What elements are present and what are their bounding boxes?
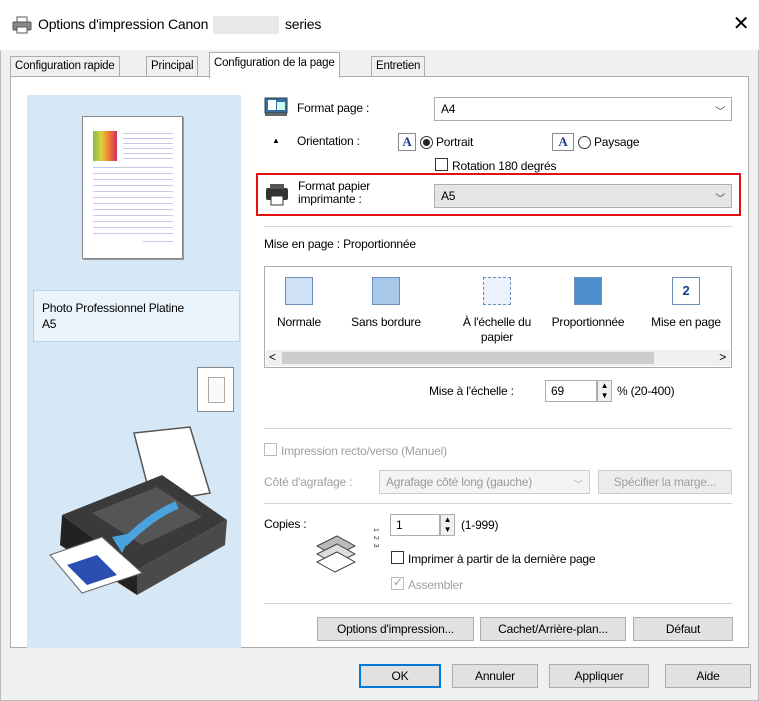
- staple-side-value: Agrafage côté long (gauche): [386, 475, 533, 489]
- portrait-icon: A: [398, 133, 416, 151]
- layout-page-layout-icon: 2: [672, 277, 700, 305]
- layout-item-scaled[interactable]: Proportionnée: [550, 277, 626, 330]
- layout-fit-to-page-icon: [483, 277, 511, 305]
- apply-button[interactable]: Appliquer: [549, 664, 649, 688]
- layout-value: Proportionnée: [343, 237, 416, 251]
- staple-side-dropdown[interactable]: Agrafage côté long (gauche) ﹀: [379, 470, 590, 494]
- ok-button[interactable]: OK: [359, 664, 441, 688]
- scroll-thumb[interactable]: [282, 352, 654, 364]
- horizontal-scrollbar[interactable]: < >: [266, 350, 730, 366]
- separator: [264, 503, 732, 504]
- copies-spinner[interactable]: ▲ ▼: [440, 514, 455, 536]
- layout-item-fit-to-page[interactable]: À l'échelle du papier: [456, 277, 538, 345]
- scroll-left-icon[interactable]: <: [269, 350, 276, 364]
- print-from-last-page-checkbox[interactable]: [391, 551, 404, 564]
- copies-input[interactable]: 1: [390, 514, 440, 536]
- copies-stack-icon: [315, 535, 357, 573]
- portrait-radio[interactable]: [420, 136, 433, 149]
- layout-item-page-layout[interactable]: 2 Mise en page: [645, 277, 727, 330]
- chevron-down-icon: ﹀: [573, 480, 583, 491]
- layout-scaled-icon: [574, 277, 602, 305]
- bullet-icon: ▲: [272, 136, 280, 145]
- cancel-button[interactable]: Annuler: [452, 664, 538, 688]
- duplex-checkbox[interactable]: [264, 443, 277, 456]
- tab-maintenance[interactable]: Entretien: [371, 56, 426, 76]
- collate-checkbox[interactable]: [391, 575, 404, 590]
- scale-range: % (20-400): [617, 384, 675, 398]
- help-button[interactable]: Aide: [665, 664, 751, 688]
- landscape-radio[interactable]: [578, 136, 591, 149]
- printer-illustration-icon: [49, 426, 227, 595]
- separator: [264, 428, 732, 429]
- media-type-text: Photo Professionnel Platine: [42, 301, 185, 315]
- scale-input[interactable]: 69: [545, 380, 597, 402]
- stamp-background-button[interactable]: Cachet/Arrière-plan...: [480, 617, 626, 641]
- rotate-180-checkbox[interactable]: [435, 158, 448, 171]
- landscape-label: Paysage: [594, 135, 640, 149]
- layout-item-borderless[interactable]: Sans bordure: [347, 277, 425, 330]
- window-title: Options d'impression Canon: [38, 16, 209, 32]
- rotate-180-label: Rotation 180 degrés: [452, 159, 557, 173]
- separator: [264, 226, 732, 227]
- printer-paper-dropdown[interactable]: A5 ﹀: [434, 184, 732, 208]
- redacted-model-name: [213, 16, 279, 34]
- tab-quick-setup[interactable]: Configuration rapide: [10, 56, 120, 76]
- page-size-value: A4: [441, 102, 456, 116]
- staple-side-label: Côté d'agrafage :: [264, 475, 353, 489]
- copies-label: Copies :: [264, 517, 307, 531]
- scale-spinner[interactable]: ▲ ▼: [597, 380, 612, 402]
- tab-main[interactable]: Principal: [146, 56, 199, 76]
- page-size-label: Format page :: [297, 101, 370, 115]
- tab-page-setup[interactable]: Configuration de la page: [209, 52, 340, 78]
- collate-label: Assembler: [408, 578, 463, 592]
- layout-borderless-icon: [372, 277, 400, 305]
- close-button[interactable]: ✕: [728, 11, 754, 37]
- layout-list[interactable]: Normale Sans bordure À l'échelle du papi…: [264, 266, 732, 368]
- copies-range: (1-999): [461, 518, 499, 532]
- printer-paper-icon: [266, 184, 288, 206]
- portrait-label: Portrait: [436, 135, 474, 149]
- print-options-button[interactable]: Options d'impression...: [317, 617, 474, 641]
- media-info-box: Photo Professionnel Platine A5: [33, 290, 240, 342]
- layout-item-normal[interactable]: Normale: [273, 277, 325, 330]
- layout-normal-icon: [285, 277, 313, 305]
- scale-label: Mise à l'échelle :: [429, 384, 514, 398]
- chevron-down-icon: ﹀: [715, 194, 725, 205]
- window-title-suffix: series: [285, 16, 322, 32]
- page-preview: [82, 116, 183, 259]
- layout-label: Mise en page : Proportionnée: [264, 237, 416, 251]
- page-size-icon: [264, 97, 288, 116]
- printer-paper-label: Format papier imprimante :: [298, 179, 371, 206]
- collate-order-icon: 1 2 3: [372, 528, 379, 549]
- specify-margin-button[interactable]: Spécifier la marge...: [598, 470, 732, 494]
- separator: [264, 603, 732, 604]
- print-from-last-page-label: Imprimer à partir de la dernière page: [408, 552, 596, 566]
- printer-icon: [12, 16, 32, 34]
- printer-paper-value: A5: [441, 189, 456, 203]
- media-size-text: A5: [42, 317, 57, 331]
- chevron-down-icon: ﹀: [715, 107, 725, 118]
- landscape-icon: A: [552, 133, 574, 151]
- scroll-right-icon[interactable]: >: [719, 350, 726, 364]
- orientation-label: Orientation :: [297, 134, 360, 148]
- default-button[interactable]: Défaut: [633, 617, 733, 641]
- duplex-label: Impression recto/verso (Manuel): [281, 444, 447, 458]
- page-size-dropdown[interactable]: A4 ﹀: [434, 97, 732, 121]
